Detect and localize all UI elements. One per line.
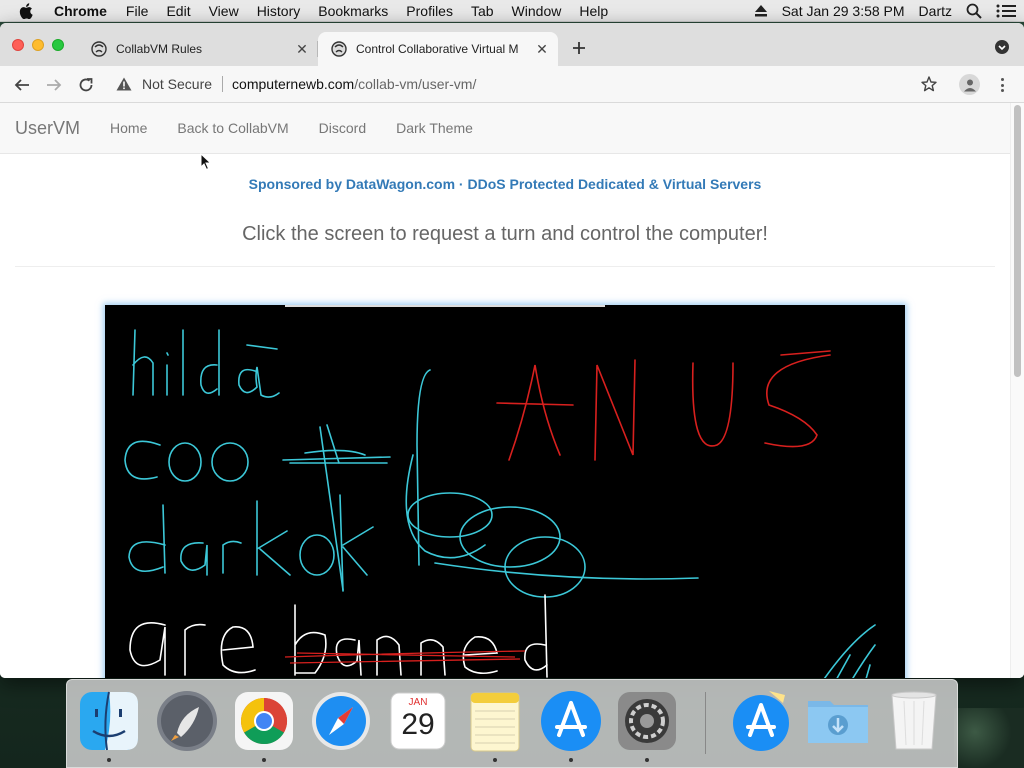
dock-finder-icon[interactable] — [77, 689, 141, 762]
menu-file[interactable]: File — [126, 3, 149, 19]
dock-app-store-icon[interactable] — [539, 689, 603, 762]
turn-instructions: Click the screen to request a turn and c… — [242, 223, 768, 245]
tab-title: CollabVM Rules — [116, 42, 203, 56]
browser-toolbar: Not Secure computernewb.com/collab-vm/us… — [0, 66, 1024, 103]
menu-help[interactable]: Help — [579, 3, 608, 19]
dock-notes-icon[interactable] — [463, 689, 527, 762]
nav-link-dark-theme[interactable]: Dark Theme — [396, 120, 473, 136]
tab-strip: CollabVM Rules ✕ Control Collaborative V… — [0, 23, 1024, 66]
wallpaper-corner — [954, 708, 1024, 768]
menu-history[interactable]: History — [257, 3, 301, 19]
running-indicator — [262, 758, 266, 762]
dock-launchpad-icon[interactable] — [155, 689, 219, 753]
notification-center-icon[interactable] — [996, 4, 1016, 18]
menu-window[interactable]: Window — [512, 3, 562, 19]
menu-bookmarks[interactable]: Bookmarks — [318, 3, 388, 19]
apple-menu-icon[interactable] — [19, 2, 37, 19]
reload-icon[interactable] — [75, 74, 97, 96]
menu-clock[interactable]: Sat Jan 29 3:58 PM — [782, 3, 905, 19]
forward-arrow-icon[interactable] — [43, 74, 65, 96]
tab-collabvm-rules[interactable]: CollabVM Rules ✕ — [78, 32, 318, 66]
url-host: computernewb.com — [232, 76, 355, 92]
dock-chrome-icon[interactable] — [232, 689, 296, 762]
calendar-month: JAN — [408, 697, 428, 708]
zoom-window-button[interactable] — [52, 39, 64, 51]
menu-view[interactable]: View — [209, 3, 239, 19]
calendar-day: 29 — [401, 708, 435, 741]
divider — [15, 266, 995, 267]
address-bar[interactable]: Not Secure computernewb.com/collab-vm/us… — [108, 70, 948, 98]
nav-link-discord[interactable]: Discord — [319, 120, 366, 136]
url-path: /collab-vm/user-vm/ — [354, 76, 477, 92]
dock-divider — [705, 692, 706, 754]
address-separator — [222, 76, 224, 92]
menu-bar: Chrome File Edit View History Bookmarks … — [0, 0, 1024, 22]
dock: JAN 29 — [66, 679, 958, 768]
minimize-window-button[interactable] — [32, 39, 44, 51]
page-viewport: UserVM Home Back to CollabVM Discord Dar… — [0, 103, 1024, 678]
eject-icon[interactable] — [754, 5, 768, 17]
menu-user[interactable]: Dartz — [919, 3, 952, 19]
page-scrollbar[interactable] — [1010, 103, 1024, 678]
running-indicator — [569, 758, 573, 762]
chrome-menu-icon[interactable] — [996, 75, 1008, 95]
back-arrow-icon[interactable] — [11, 74, 33, 96]
spotlight-search-icon[interactable] — [966, 3, 982, 19]
dock-trash-icon[interactable] — [882, 689, 946, 753]
bookmark-star-icon[interactable] — [921, 76, 937, 97]
menu-tab[interactable]: Tab — [471, 3, 494, 19]
menu-app-name[interactable]: Chrome — [54, 3, 107, 19]
profile-avatar-icon[interactable] — [959, 74, 980, 95]
scrollbar-thumb[interactable] — [1014, 105, 1021, 377]
nav-link-home[interactable]: Home — [110, 120, 147, 136]
tab-close-icon[interactable]: ✕ — [290, 41, 314, 58]
tab-title: Control Collaborative Virtual M — [356, 42, 519, 56]
running-indicator — [645, 758, 649, 762]
security-label[interactable]: Not Secure — [142, 76, 212, 92]
nav-link-back-to-collabvm[interactable]: Back to CollabVM — [177, 120, 288, 136]
dock-calendar-icon[interactable]: JAN 29 — [386, 689, 450, 753]
vm-display-canvas[interactable] — [105, 305, 905, 678]
collabvm-favicon-icon — [90, 40, 108, 58]
running-indicator — [493, 758, 497, 762]
new-tab-plus-icon[interactable] — [568, 37, 590, 59]
not-secure-warning-icon[interactable] — [116, 77, 134, 91]
collabvm-favicon-icon — [330, 40, 348, 58]
dock-system-preferences-icon[interactable] — [615, 689, 679, 762]
browser-window: CollabVM Rules ✕ Control Collaborative V… — [0, 23, 1024, 678]
dock-downloads-folder-icon[interactable] — [806, 689, 870, 753]
tab-control-collaborative-vm[interactable]: Control Collaborative Virtual M ✕ — [318, 32, 558, 66]
running-indicator — [107, 758, 111, 762]
tab-close-icon[interactable]: ✕ — [530, 41, 554, 58]
dock-app-store-download-icon[interactable] — [729, 689, 793, 753]
site-navbar: UserVM Home Back to CollabVM Discord Dar… — [0, 103, 1010, 154]
menu-edit[interactable]: Edit — [166, 3, 190, 19]
tab-search-chevron-icon[interactable] — [994, 39, 1010, 55]
site-brand-link[interactable]: UserVM — [15, 118, 80, 139]
mouse-pointer-icon — [200, 152, 212, 171]
menu-profiles[interactable]: Profiles — [406, 3, 453, 19]
dock-safari-icon[interactable] — [309, 689, 373, 753]
close-window-button[interactable] — [12, 39, 24, 51]
sponsor-link[interactable]: Sponsored by DataWagon.com · DDoS Protec… — [0, 176, 1010, 192]
